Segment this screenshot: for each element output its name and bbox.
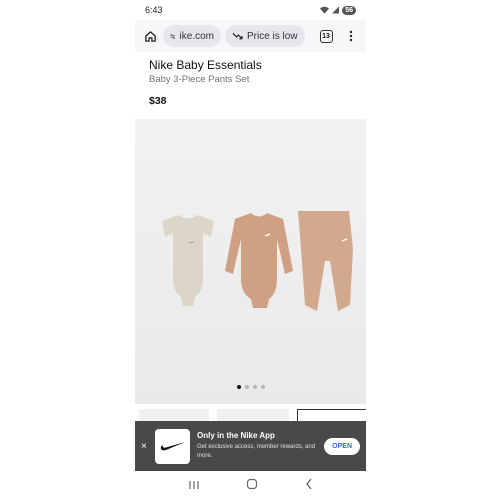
- banner-description: Get exclusive access, member rewards, an…: [197, 443, 316, 459]
- status-time: 6:43: [145, 5, 163, 15]
- product-price: $38: [149, 95, 167, 107]
- carousel-dots: [135, 385, 366, 389]
- product-image-carousel[interactable]: [135, 119, 366, 404]
- app-promo-banner: × Only in the Nike App Get exclusive acc…: [135, 421, 366, 471]
- price-insight-chip[interactable]: Price is low: [225, 25, 305, 47]
- open-app-button[interactable]: OPEN: [324, 437, 360, 455]
- trending-down-icon: [232, 32, 243, 39]
- back-icon[interactable]: [305, 477, 313, 495]
- carousel-dot[interactable]: [252, 385, 257, 389]
- pants: [298, 211, 353, 311]
- long-sleeve-bodysuit: [225, 213, 293, 308]
- color-thumbnails: [135, 406, 366, 423]
- home-icon[interactable]: [141, 27, 159, 45]
- price-chip-label: Price is low: [247, 30, 298, 42]
- nike-logo-icon: [155, 428, 190, 464]
- tab-count: 13: [319, 29, 333, 43]
- banner-title: Only in the Nike App: [197, 430, 275, 440]
- product-subtitle: Baby 3-Piece Pants Set: [149, 74, 250, 85]
- product-title: Nike Baby Essentials: [149, 58, 262, 72]
- address-bar[interactable]: ike.com: [163, 25, 221, 47]
- browser-toolbar: ike.com Price is low 13: [135, 20, 366, 52]
- carousel-dot[interactable]: [260, 385, 265, 389]
- status-icons: 56: [320, 5, 356, 15]
- banner-text: Only in the Nike App Get exclusive acces…: [197, 431, 317, 462]
- close-icon[interactable]: ×: [141, 441, 153, 452]
- phone-screen: 6:43 56 ike.com Price is low 13 Nike Bab…: [135, 0, 366, 500]
- carousel-dot[interactable]: [236, 385, 241, 389]
- signal-icon: [332, 6, 340, 14]
- tab-switcher-icon[interactable]: 13: [317, 27, 335, 45]
- battery-icon: 56: [342, 5, 356, 15]
- product-photo: [162, 211, 353, 311]
- recent-apps-icon[interactable]: [188, 477, 200, 495]
- home-nav-icon[interactable]: [246, 477, 258, 495]
- system-nav-bar: [135, 471, 366, 500]
- more-options-icon[interactable]: [342, 27, 360, 45]
- site-settings-icon[interactable]: [170, 32, 176, 41]
- status-bar: 6:43 56: [135, 0, 366, 20]
- wifi-icon: [320, 6, 330, 14]
- carousel-dot[interactable]: [244, 385, 249, 389]
- url-text[interactable]: ike.com: [180, 31, 214, 42]
- product-header: Nike Baby Essentials Baby 3-Piece Pants …: [149, 58, 359, 107]
- short-sleeve-bodysuit: [162, 215, 214, 306]
